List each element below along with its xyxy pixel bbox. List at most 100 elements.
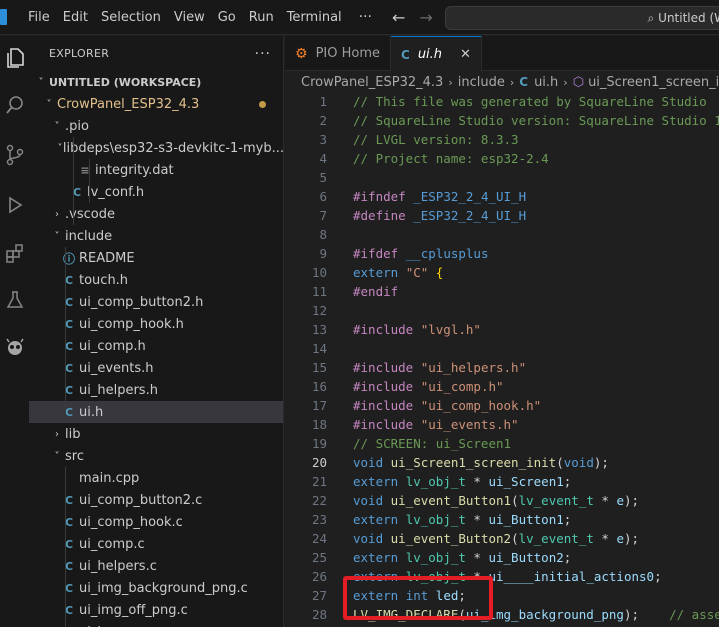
line-number: 26	[311, 569, 327, 584]
tree-folder[interactable]: › lib	[29, 423, 283, 445]
tree-item-label: touch.h	[79, 272, 129, 288]
tree-file[interactable]: Ctouch.h	[29, 269, 283, 291]
tree-item-label: main.cpp	[79, 470, 140, 486]
menu-selection[interactable]: Selection	[95, 0, 167, 35]
chevron-right-icon: ›	[55, 208, 59, 220]
tree-item-label: ui_events.h	[79, 360, 154, 376]
tree-file[interactable]: Cui_helpers.c	[29, 555, 283, 577]
run-debug-icon[interactable]	[0, 186, 29, 224]
code-token: #include	[353, 360, 421, 375]
menu-terminal[interactable]: Terminal	[281, 0, 348, 35]
command-center-search[interactable]: ⌕ Untitled (W	[445, 6, 719, 30]
explorer-more-icon[interactable]: ···	[255, 46, 271, 62]
modified-dot-icon	[259, 100, 266, 108]
code-token: #include	[353, 417, 421, 432]
code-text: #define _ESP32_2_4_UI_H	[353, 208, 526, 223]
code-line: 12	[285, 301, 719, 320]
tree-file[interactable]: Cui_comp_button2.c	[29, 489, 283, 511]
tree-file[interactable]: Cui_img_on_png.c	[29, 621, 283, 627]
tree-folder-project[interactable]: ˅ CrowPanel_ESP32_4.3	[29, 93, 283, 115]
tree-item-label: lib	[65, 426, 81, 442]
back-arrow-icon[interactable]: ←	[392, 8, 405, 27]
tree-file[interactable]: Cui_events.h	[29, 357, 283, 379]
tab-ui-h[interactable]: C ui.h ✕	[391, 36, 482, 72]
c-file-icon: C	[64, 383, 74, 397]
menu-run[interactable]: Run	[243, 0, 280, 35]
menu-file[interactable]: File	[22, 0, 56, 35]
code-line: 19 // SCREEN: ui_Screen1	[285, 434, 719, 453]
tree-file[interactable]: Cui_img_background_png.c	[29, 577, 283, 599]
testing-flask-icon[interactable]	[0, 281, 29, 319]
code-token: #include	[353, 398, 421, 413]
tree-file[interactable]: Cui.h	[29, 401, 283, 423]
tree-folder[interactable]: ˅ .pio	[29, 115, 283, 137]
code-line: 1 // This file was generated by SquareLin…	[285, 92, 719, 111]
code-token: __cplusplus	[405, 246, 489, 261]
tree-file[interactable]: ⓘ README	[29, 247, 283, 269]
code-line: 20 void ui_Screen1_screen_init(void);	[285, 453, 719, 472]
tree-folder[interactable]: ˅ include	[29, 225, 283, 247]
line-number: 23	[311, 512, 327, 527]
tree-item-label: ui_comp.c	[79, 536, 145, 552]
tree-item-label: CrowPanel_ESP32_4.3	[57, 96, 200, 112]
code-editor[interactable]: 1 // This file was generated by SquareLin…	[285, 92, 719, 627]
activity-bar	[0, 36, 29, 627]
code-token: lv_obj_t	[405, 512, 466, 527]
tree-file[interactable]: Clv_conf.h	[29, 181, 283, 203]
tree-item-label: ui_comp_button2.h	[79, 294, 204, 310]
line-number: 16	[311, 379, 327, 394]
tree-folder[interactable]: ˅ libdeps\esp32-s3-devkitc-1-myb...	[29, 137, 283, 159]
source-control-icon[interactable]	[0, 136, 29, 174]
workspace-root[interactable]: ˅ UNTITLED (WORKSPACE)	[29, 71, 283, 93]
tree-file[interactable]: Cui_helpers.h	[29, 379, 283, 401]
explorer-sidebar: EXPLORER ··· ˅ UNTITLED (WORKSPACE) ˅ CrowP…	[29, 36, 284, 627]
code-token: // assets\background.png	[669, 607, 719, 622]
code-token: lv_event_t	[518, 493, 594, 508]
platformio-alien-icon[interactable]	[0, 328, 29, 366]
line-number: 1	[319, 94, 327, 109]
line-number: 13	[311, 322, 327, 337]
explorer-files-icon[interactable]	[0, 39, 29, 77]
code-text: extern "C" {	[353, 265, 443, 280]
tree-file[interactable]: ≡ integrity.dat	[29, 159, 283, 181]
code-token: _ESP32_2_4_UI_H	[413, 208, 527, 223]
tree-item-label: ui_comp_button2.c	[79, 492, 203, 508]
tab-pio-home[interactable]: ⚙ PIO Home	[285, 36, 391, 71]
menu-more-icon[interactable]: ···	[359, 9, 372, 25]
tree-file[interactable]: Cui_comp_hook.c	[29, 511, 283, 533]
tree-file[interactable]: Cui_comp.c	[29, 533, 283, 555]
menu-edit[interactable]: Edit	[57, 0, 94, 35]
code-token: void	[353, 531, 391, 546]
line-number: 5	[319, 170, 327, 185]
search-sidebar-icon[interactable]	[0, 86, 29, 124]
forward-arrow-icon[interactable]: →	[419, 8, 432, 27]
line-number: 28	[311, 607, 327, 622]
breadcrumb-item[interactable]: ui_Screen1_screen_init(void)	[588, 75, 719, 90]
code-line: 6 #ifndef _ESP32_2_4_UI_H	[285, 187, 719, 206]
info-icon: ⓘ	[62, 251, 75, 266]
code-token: // This file was generated by SquareLine…	[353, 94, 707, 109]
extensions-icon[interactable]	[0, 234, 29, 272]
tree-folder[interactable]: › .vscode	[29, 203, 283, 225]
code-text: // SCREEN: ui_Screen1	[353, 436, 511, 451]
chevron-down-icon: ˅	[46, 98, 52, 110]
code-token: extern	[353, 512, 406, 527]
tree-file[interactable]: Cui_comp.h	[29, 335, 283, 357]
menu-view[interactable]: View	[168, 0, 211, 35]
tree-file[interactable]: main.cpp	[29, 467, 283, 489]
c-file-icon: C	[64, 339, 74, 353]
breadcrumb-item[interactable]: include	[458, 75, 505, 90]
tree-file[interactable]: Cui_comp_hook.h	[29, 313, 283, 335]
indent-guide	[73, 137, 74, 225]
tree-file[interactable]: Cui_comp_button2.h	[29, 291, 283, 313]
breadcrumb-item[interactable]: ui.h	[534, 75, 558, 90]
tree-folder[interactable]: ˅ src	[29, 445, 283, 467]
tree-file[interactable]: Cui_img_off_png.c	[29, 599, 283, 621]
chevron-right-icon: ›	[55, 428, 59, 440]
breadcrumb-item[interactable]: CrowPanel_ESP32_4.3	[301, 75, 443, 90]
code-token: #endif	[353, 284, 399, 299]
menu-go[interactable]: Go	[212, 0, 242, 35]
code-token: void	[353, 455, 391, 470]
close-icon[interactable]: ✕	[460, 47, 471, 62]
tree-item-label: ui_comp_hook.h	[79, 316, 184, 332]
